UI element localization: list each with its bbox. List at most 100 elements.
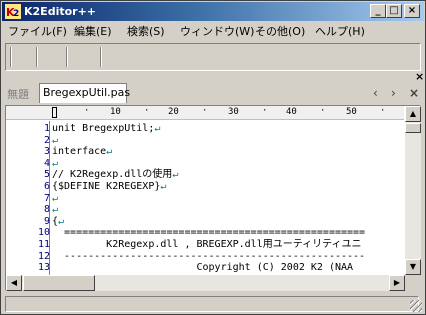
line-number: 11 <box>37 239 50 250</box>
vertical-scrollbar[interactable]: ▲ ▼ <box>405 106 421 275</box>
line-number: 5 <box>43 169 50 181</box>
code-line[interactable]: 12 -------------------------------------… <box>6 251 404 262</box>
ruler-dot: · <box>320 106 326 116</box>
code-line[interactable]: 9 {↵ <box>6 216 404 227</box>
code-line[interactable]: 6 {$DEFINE K2REGEXP}↵ <box>6 181 404 192</box>
eol-mark-icon: ↵ <box>106 146 113 158</box>
vertical-scroll-thumb[interactable] <box>405 123 421 133</box>
line-number: 2 <box>43 134 50 146</box>
ruler-cursor-marker <box>52 107 57 118</box>
editor-frame: · 10 · 20 · 30 · 40 · 50 · 1 unit Bregexp… <box>5 105 421 291</box>
ruler-label: 10 <box>110 107 121 117</box>
toolbar <box>5 43 421 71</box>
line-content: {$DEFINE K2REGEXP} <box>52 181 161 192</box>
app-window: K 2 K2Editor++ _ □ × ファイル(F) 編集(E) 検索(S)… <box>0 0 426 315</box>
tab-next-icon[interactable]: › <box>391 86 396 100</box>
eol-mark-icon: ↵ <box>160 181 167 192</box>
line-text: // K2Regexp.dllの使用↵ <box>52 169 178 180</box>
code-area[interactable]: 1 unit BregexpUtil;↵ 2 ↵ 3 interface↵ 4 ↵ 5// K2… <box>6 121 404 275</box>
code-line[interactable]: 3 interface↵ <box>6 146 404 157</box>
line-text: ↵ <box>52 135 58 146</box>
code-line[interactable]: 5// K2Regexp.dllの使用↵ <box>6 169 404 180</box>
line-content: ========================================… <box>52 227 366 239</box>
line-number: 6 <box>43 181 50 192</box>
menu-file[interactable]: ファイル(F) <box>8 24 67 39</box>
line-text: K2Regexp.dll , BREGEXP.dll用ユーティリティユニ <box>52 239 362 250</box>
window-title: K2Editor++ <box>24 5 97 18</box>
code-line[interactable]: 4 ↵ <box>6 158 404 169</box>
ruler-label: 40 <box>286 107 297 117</box>
status-bar <box>2 294 424 314</box>
code-line[interactable]: 11 K2Regexp.dll , BREGEXP.dll用ユーティリティユニ <box>6 239 404 250</box>
title-bar[interactable]: K 2 K2Editor++ _ □ × <box>2 2 424 21</box>
scroll-left-icon[interactable]: ◀ <box>6 275 22 291</box>
line-text: ↵ <box>52 158 58 169</box>
line-text: ========================================… <box>52 227 365 238</box>
ruler-dot: · <box>262 106 268 116</box>
line-content: Copyright (C) 2002 K2 (NAA <box>52 262 354 274</box>
line-content: ----------------------------------------… <box>52 250 366 262</box>
line-content: interface <box>52 146 107 158</box>
eol-mark-icon: ↵ <box>58 215 65 227</box>
line-text: interface↵ <box>52 146 112 157</box>
code-line[interactable]: 13 Copyright (C) 2002 K2 (NAA <box>6 262 404 273</box>
ruler-dot: · <box>380 106 386 116</box>
line-text: Copyright (C) 2002 K2 (NAA <box>52 262 353 273</box>
menu-bar: ファイル(F) 編集(E) 検索(S) ウィンドウ(W) その他(O) ヘルプ(… <box>2 22 424 41</box>
line-number: 4 <box>43 157 50 169</box>
horizontal-scrollbar[interactable]: ◀ ▶ <box>6 275 405 291</box>
code-line[interactable]: 7 ↵ <box>6 193 404 204</box>
scroll-up-icon[interactable]: ▲ <box>405 106 421 122</box>
code-line[interactable]: 2 ↵ <box>6 135 404 146</box>
tab-close-icon[interactable]: × <box>409 86 419 100</box>
ruler-label: 30 <box>228 107 239 117</box>
toolbar-separator <box>10 47 12 67</box>
line-text: ↵ <box>52 204 58 215</box>
close-button[interactable]: × <box>404 4 420 18</box>
line-number: 3 <box>43 146 50 158</box>
ruler-label: 20 <box>168 107 179 117</box>
scroll-corner <box>405 275 421 291</box>
minimize-button[interactable]: _ <box>370 4 386 18</box>
line-content: unit BregexpUtil; <box>52 123 155 134</box>
line-number: 9 <box>43 215 50 227</box>
ruler-dot: · <box>144 106 150 116</box>
line-number: 12 <box>37 250 50 262</box>
line-number: 10 <box>37 227 50 239</box>
eol-mark-icon: ↵ <box>154 123 161 134</box>
status-pane <box>5 296 419 312</box>
toolbar-separator <box>66 47 68 67</box>
line-number: 13 <box>37 262 50 274</box>
tab-untitled[interactable]: 無題 <box>7 86 29 102</box>
menu-window[interactable]: ウィンドウ(W) <box>180 24 254 39</box>
code-line[interactable]: 10 =====================================… <box>6 227 404 238</box>
eol-mark-icon: ↵ <box>52 157 59 169</box>
code-line[interactable]: 1 unit BregexpUtil;↵ <box>6 123 404 134</box>
tab-bregexputil[interactable]: BregexpUtil.pas <box>39 83 130 103</box>
tab-prev-icon[interactable]: ‹ <box>373 86 378 100</box>
code-line[interactable]: 8 ↵ <box>6 204 404 215</box>
scroll-down-icon[interactable]: ▼ <box>405 259 421 275</box>
toolbar-separator <box>36 47 38 67</box>
line-content: K2Regexp.dll , BREGEXP.dll用ユーティリティユニ <box>52 239 362 250</box>
line-text: {↵ <box>52 216 64 227</box>
eol-mark-icon: ↵ <box>52 192 59 204</box>
menu-help[interactable]: ヘルプ(H) <box>315 24 365 39</box>
scroll-right-icon[interactable]: ▶ <box>389 275 405 291</box>
ruler-label: 50 <box>346 107 357 117</box>
line-number: 1 <box>43 123 50 134</box>
maximize-button[interactable]: □ <box>386 4 402 18</box>
resize-grip[interactable] <box>410 300 422 312</box>
eol-mark-icon: ↵ <box>52 134 59 146</box>
line-text: ----------------------------------------… <box>52 251 365 262</box>
menu-other[interactable]: その他(O) <box>255 24 305 39</box>
tab-strip: 無題 BregexpUtil.pas ‹ › × <box>5 82 423 104</box>
menu-search[interactable]: 検索(S) <box>127 24 165 39</box>
toolbar-close-icon[interactable]: × <box>415 71 424 82</box>
column-ruler: · 10 · 20 · 30 · 40 · 50 · <box>6 106 404 120</box>
menu-edit[interactable]: 編集(E) <box>74 24 112 39</box>
ruler-dot: · <box>84 106 90 116</box>
horizontal-scroll-thumb[interactable] <box>23 275 95 291</box>
line-text: unit BregexpUtil;↵ <box>52 123 160 134</box>
eol-mark-icon: ↵ <box>172 169 179 181</box>
